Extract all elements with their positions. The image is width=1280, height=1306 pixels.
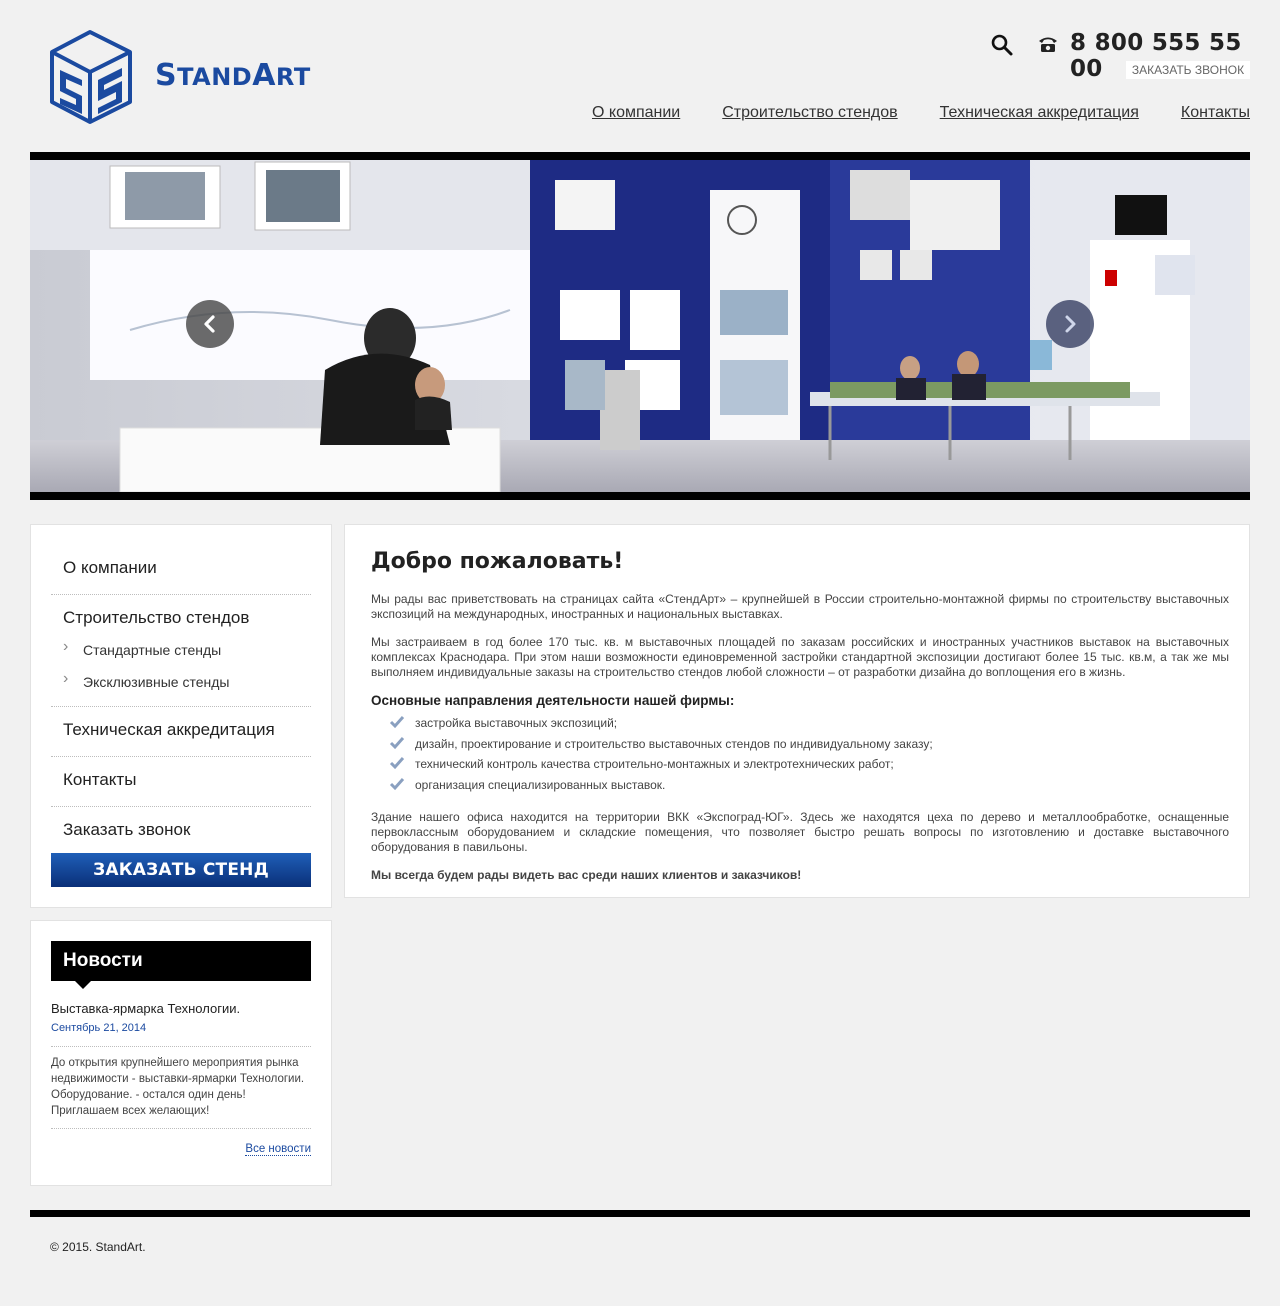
sidebar-item-construction[interactable]: Строительство стендов: [51, 595, 311, 632]
sidebar-menu: О компании Строительство стендов Стандар…: [51, 545, 311, 844]
checkmark-icon: [389, 777, 405, 790]
sidebar-group-construction: Строительство стендов Стандартные стенды…: [51, 595, 311, 707]
slider-border-top: [30, 152, 1250, 160]
logo-wordmark: STANDART: [155, 58, 311, 93]
slider-next-button[interactable]: [1046, 300, 1094, 348]
list-item: организация специализированных выставок.: [371, 776, 1229, 797]
intro-paragraph: Мы рады вас приветствовать на страницах …: [371, 592, 1229, 621]
top-nav: О компании Строительство стендов Техниче…: [592, 104, 1250, 122]
slider-prev-button[interactable]: [186, 300, 234, 348]
all-news-link[interactable]: Все новости: [245, 1143, 311, 1156]
sidebar-item-callback[interactable]: Заказать звонок: [51, 807, 311, 844]
nav-about[interactable]: О компании: [592, 104, 680, 122]
news-item-title[interactable]: Выставка-ярмарка Технологии.: [51, 1001, 240, 1016]
chevron-left-icon: [204, 315, 215, 333]
office-paragraph: Здание нашего офиса находится на террито…: [371, 810, 1229, 854]
list-item: застройка выставочных экспозиций;: [371, 714, 1229, 735]
checkmark-icon: [389, 716, 405, 729]
list-item-text: дизайн, проектирование и строительство в…: [415, 736, 933, 751]
slider-border-bottom: [30, 492, 1250, 500]
sidebar-subitem-exclusive[interactable]: Эксклюзивные стенды: [51, 664, 311, 696]
sidebar-item-about[interactable]: О компании: [51, 545, 311, 595]
footer-divider: [30, 1210, 1250, 1217]
news-divider: [51, 1128, 311, 1129]
news-item-date: Сентябрь 21, 2014: [51, 1022, 147, 1034]
list-item: технический контроль качества строительн…: [371, 755, 1229, 776]
hero-slider: [30, 160, 1250, 492]
order-stand-button[interactable]: ЗАКАЗАТЬ СТЕНД: [51, 853, 311, 887]
nav-contacts[interactable]: Контакты: [1181, 104, 1250, 122]
callback-link[interactable]: ЗАКАЗАТЬ ЗВОНОК: [1126, 61, 1250, 79]
list-item-text: организация специализированных выставок.: [415, 777, 666, 792]
nav-construction[interactable]: Строительство стендов: [722, 104, 897, 122]
news-item-text: До открытия крупнейшего мероприятия рынк…: [51, 1057, 305, 1117]
phone-icon: [1037, 34, 1059, 54]
list-item: дизайн, проектирование и строительство в…: [371, 735, 1229, 756]
sidebar-item-contacts[interactable]: Контакты: [51, 757, 311, 807]
sidebar-menu-box: О компании Строительство стендов Стандар…: [30, 524, 332, 908]
activities-list: застройка выставочных экспозиций; дизайн…: [371, 714, 1229, 796]
main-content: Добро пожаловать! Мы рады вас приветство…: [344, 524, 1250, 898]
capacity-paragraph: Мы застраиваем в год более 170 тыс. кв. …: [371, 635, 1229, 679]
news-box: Новости Выставка-ярмарка Технологии. Сен…: [30, 920, 332, 1186]
chevron-right-icon: [1065, 315, 1076, 333]
activities-heading: Основные направления деятельности нашей …: [371, 693, 735, 708]
page-title: Добро пожаловать!: [371, 549, 624, 574]
list-item-text: застройка выставочных экспозиций;: [415, 716, 618, 730]
news-heading: Новости: [51, 941, 311, 989]
sidebar-subitem-standard[interactable]: Стандартные стенды: [51, 632, 311, 664]
sidebar-item-accreditation[interactable]: Техническая аккредитация: [51, 707, 311, 757]
closing-statement: Мы всегда будем рады видеть вас среди на…: [371, 868, 802, 882]
checkmark-icon: [389, 736, 405, 749]
news-divider: [51, 1046, 311, 1047]
list-item-text: технический контроль качества строительн…: [415, 757, 894, 771]
cube-logo-icon: [50, 30, 132, 124]
checkmark-icon: [389, 757, 405, 770]
nav-accreditation[interactable]: Техническая аккредитация: [940, 104, 1139, 122]
copyright: © 2015. StandArt.: [50, 1240, 146, 1254]
search-icon[interactable]: [990, 33, 1014, 57]
